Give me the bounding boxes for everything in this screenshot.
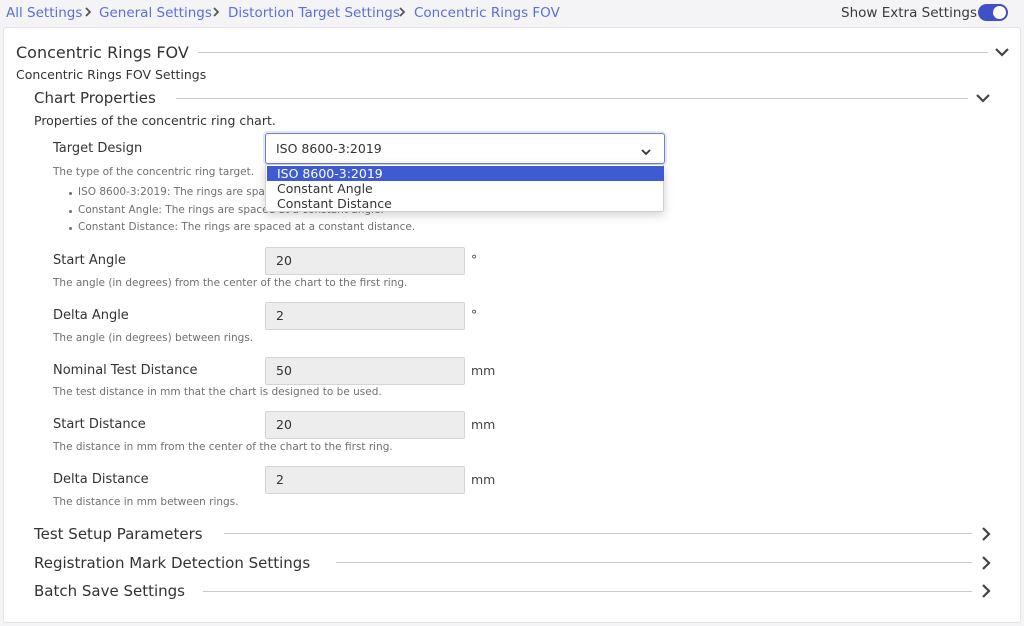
chevron-right-icon[interactable] [978,555,994,571]
chevron-right-icon[interactable] [978,583,994,599]
target-design-value: ISO 8600-3:2019 [276,141,382,156]
chevron-down-icon[interactable] [975,90,991,106]
chart-properties-title: Chart Properties [34,89,156,107]
delta-angle-help: The angle (in degrees) between rings. [53,332,254,344]
start-distance-label: Start Distance [53,417,146,432]
nominal-test-distance-help: The test distance in mm that the chart i… [53,386,382,398]
bullet-constant-distance: Constant Distance: The rings are spaced … [68,221,416,233]
start-angle-label: Start Angle [53,253,126,268]
nominal-test-distance-unit: mm [471,363,496,378]
test-setup-parameters-title[interactable]: Test Setup Parameters [34,525,203,543]
target-design-dropdown: ISO 8600-3:2019 Constant Angle Constant … [265,164,664,212]
nominal-test-distance-label: Nominal Test Distance [53,363,198,378]
section-divider [224,533,972,534]
option-iso-8600[interactable]: ISO 8600-3:2019 [267,166,664,181]
chevron-right-icon [397,6,407,18]
delta-angle-input[interactable]: 2 [265,302,465,330]
chevron-right-icon[interactable] [978,526,994,542]
chevron-right-icon [211,6,221,18]
top-bar: All Settings General Settings Distortion… [0,0,1024,27]
show-extra-settings-label: Show Extra Settings [841,5,978,21]
section-subtitle: Concentric Rings FOV Settings [16,67,207,82]
section-divider [203,591,972,592]
chart-properties-description: Properties of the concentric ring chart. [34,113,276,128]
section-divider [198,52,988,53]
breadcrumb-all-settings[interactable]: All Settings [6,5,82,21]
chevron-right-icon [83,6,93,18]
delta-distance-unit: mm [471,472,496,487]
delta-distance-label: Delta Distance [53,472,149,487]
section-divider [336,562,972,563]
chevron-down-icon [640,143,652,156]
bullet-iso: ISO 8600-3:2019: The rings are spac [69,186,271,198]
start-angle-input[interactable]: 20 [265,247,465,275]
chevron-down-icon[interactable] [994,44,1010,60]
batch-save-settings-title[interactable]: Batch Save Settings [34,582,185,600]
target-design-help: The type of the concentric ring target. [53,166,255,178]
delta-angle-label: Delta Angle [53,308,129,323]
option-constant-angle[interactable]: Constant Angle [267,181,664,196]
delta-distance-input[interactable]: 2 [265,466,465,494]
start-distance-input[interactable]: 20 [265,411,465,439]
delta-angle-unit: ° [471,307,478,322]
start-distance-unit: mm [471,417,496,432]
target-design-select[interactable]: ISO 8600-3:2019 [265,133,665,164]
nominal-test-distance-input[interactable]: 50 [265,357,465,385]
start-distance-help: The distance in mm from the center of th… [53,441,393,453]
delta-distance-help: The distance in mm between rings. [53,496,239,508]
target-design-label: Target Design [53,141,143,156]
breadcrumb-concentric-rings-fov[interactable]: Concentric Rings FOV [414,5,560,21]
breadcrumb-distortion-target-settings[interactable]: Distortion Target Settings [228,5,400,21]
breadcrumb-general-settings[interactable]: General Settings [99,5,212,21]
start-angle-unit: ° [471,252,478,267]
show-extra-settings-toggle[interactable] [978,4,1008,21]
chart-properties-divider [176,98,968,99]
start-angle-help: The angle (in degrees) from the center o… [53,277,408,289]
registration-mark-detection-title[interactable]: Registration Mark Detection Settings [34,554,310,572]
option-constant-distance[interactable]: Constant Distance [267,196,664,211]
section-title: Concentric Rings FOV [16,43,189,62]
toggle-knob [993,6,1006,19]
